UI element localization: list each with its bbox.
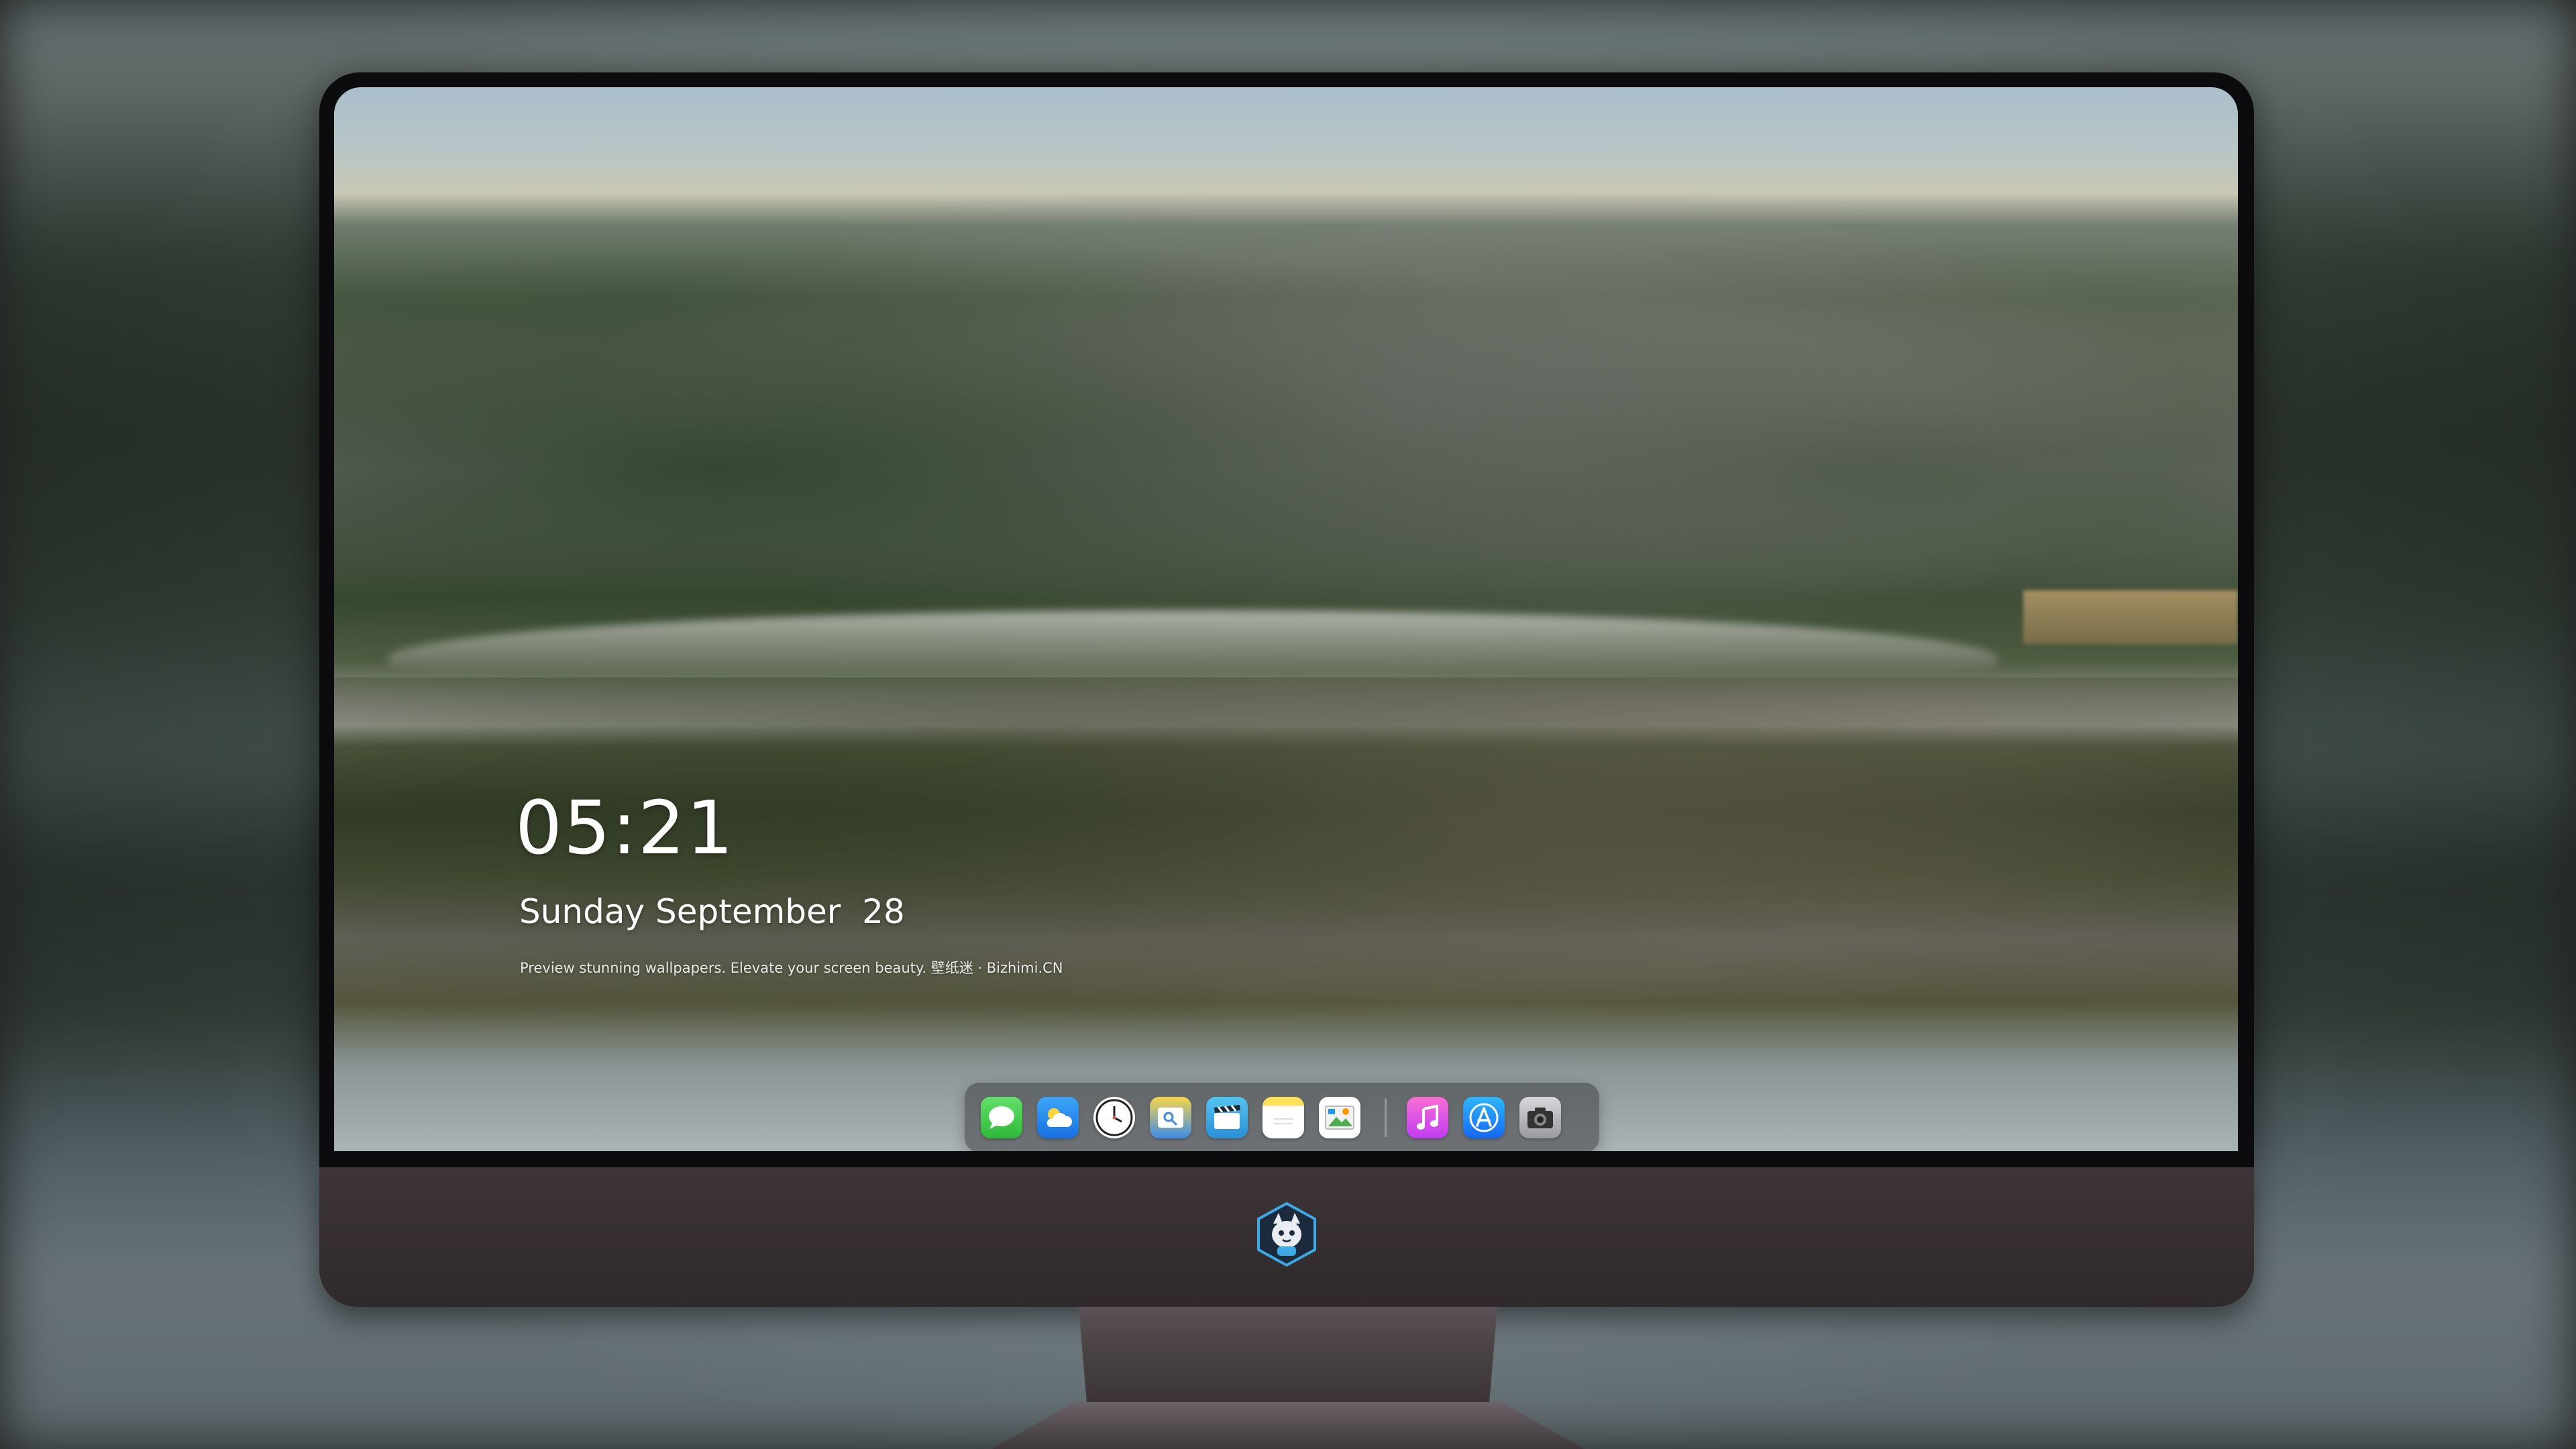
- monitor: 05:21 Sunday September 28 Preview stunni…: [319, 72, 2254, 1307]
- lock-screen-tagline: Preview stunning wallpapers. Elevate you…: [520, 960, 1063, 976]
- wallpaper-reeds: [2023, 590, 2238, 644]
- dock-separator: [1385, 1098, 1387, 1137]
- monitor-chin: [319, 1167, 2254, 1307]
- monitor-bezel: 05:21 Sunday September 28 Preview stunni…: [319, 72, 2254, 1167]
- messages-icon[interactable]: [981, 1097, 1022, 1138]
- fox-mascot-logo-icon: [1253, 1201, 1320, 1268]
- camera-icon[interactable]: [1519, 1097, 1561, 1138]
- lock-screen-date: Sunday September 28: [519, 892, 905, 931]
- weather-icon[interactable]: [1037, 1097, 1079, 1138]
- lock-screen[interactable]: 05:21 Sunday September 28 Preview stunni…: [334, 87, 2238, 1151]
- lock-screen-time: 05:21: [515, 785, 735, 871]
- wallpaper-lake-reflection: [334, 678, 2238, 1080]
- finder-icon[interactable]: [1150, 1097, 1191, 1138]
- dock: [965, 1083, 1599, 1151]
- monitor-stand-neck: [1079, 1307, 1497, 1407]
- music-icon[interactable]: [1407, 1097, 1448, 1138]
- clock-icon[interactable]: [1093, 1097, 1135, 1138]
- clips-icon[interactable]: [1206, 1097, 1248, 1138]
- monitor-stand-base: [991, 1402, 1585, 1449]
- photos-icon[interactable]: [1319, 1097, 1360, 1138]
- app-store-icon[interactable]: [1463, 1097, 1505, 1138]
- notes-icon[interactable]: [1263, 1097, 1304, 1138]
